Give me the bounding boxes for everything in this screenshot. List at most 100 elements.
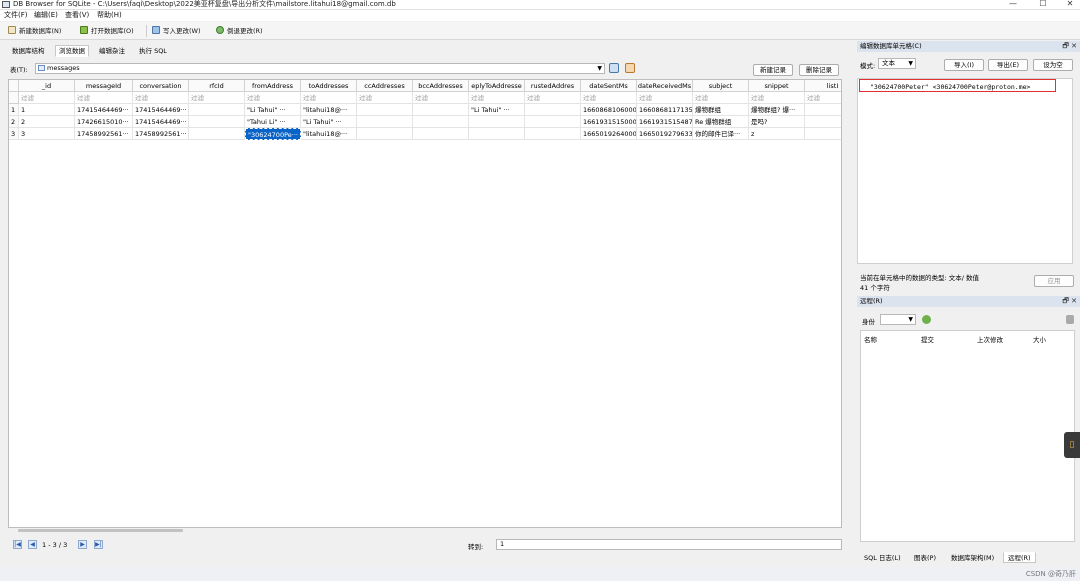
tab-execute-sql[interactable]: 执行 SQL — [135, 45, 171, 57]
clear-filters-icon[interactable] — [625, 63, 635, 73]
table-cell[interactable]: 2 — [19, 116, 75, 128]
table-cell[interactable]: "Tahui Li" ··· — [245, 116, 301, 128]
new-record-button[interactable]: 新建记录 — [753, 64, 793, 76]
menu-view[interactable]: 查看(V) — [65, 11, 89, 20]
column-header-conversation[interactable]: conversation — [133, 80, 189, 92]
table-cell[interactable]: 17415464469··· — [133, 116, 189, 128]
table-cell[interactable] — [469, 128, 525, 140]
table-cell[interactable]: 17415464469··· — [133, 104, 189, 116]
tab-plot[interactable]: 图表(P) — [909, 552, 941, 563]
minimize-button[interactable]: — — [1004, 0, 1022, 9]
table-cell[interactable]: 17415464469··· — [75, 104, 133, 116]
table-cell[interactable]: 17458992561··· — [75, 128, 133, 140]
table-cell[interactable] — [805, 128, 841, 140]
table-cell[interactable]: 1660868117135 — [637, 104, 693, 116]
remote-col-name[interactable]: 名称 — [864, 334, 877, 344]
first-record-button[interactable]: |◀ — [13, 540, 22, 549]
filter-input[interactable]: 过滤 — [525, 92, 581, 104]
column-header-ccAddresses[interactable]: ccAddresses — [357, 80, 413, 92]
table-cell[interactable]: 1665019264000 — [581, 128, 637, 140]
filter-input[interactable]: 过滤 — [133, 92, 189, 104]
column-header-messageId[interactable]: messageId — [75, 80, 133, 92]
filter-input[interactable]: 过滤 — [469, 92, 525, 104]
column-header-rfcId[interactable]: rfcId — [189, 80, 245, 92]
table-cell[interactable]: "Li Tahui" ··· — [469, 104, 525, 116]
scrollbar-thumb[interactable] — [18, 529, 183, 532]
column-header-_id[interactable]: _id — [19, 80, 75, 92]
table-cell[interactable]: 1661931515000 — [581, 116, 637, 128]
column-header-eplyToAddresse[interactable]: eplyToAddresse — [469, 80, 525, 92]
table-cell[interactable]: Re 爆物群组 — [693, 116, 749, 128]
table-cell[interactable]: 你的邮件已译··· — [693, 128, 749, 140]
row-number[interactable]: 2 — [9, 116, 19, 128]
identity-select[interactable]: ▼ — [880, 314, 916, 325]
delete-record-button[interactable]: 删除记录 — [799, 64, 839, 76]
horizontal-scrollbar[interactable] — [18, 528, 843, 533]
column-header-rustedAddres[interactable]: rustedAddres — [525, 80, 581, 92]
maximize-button[interactable]: ☐ — [1034, 0, 1052, 9]
filter-input[interactable]: 过滤 — [581, 92, 637, 104]
table-cell[interactable]: 爆物群组 — [693, 104, 749, 116]
table-cell[interactable]: 1661931515487 — [637, 116, 693, 128]
table-cell[interactable] — [189, 128, 245, 140]
filter-input[interactable]: 过滤 — [357, 92, 413, 104]
table-select[interactable]: messages ▼ — [35, 63, 605, 74]
filter-input[interactable]: 过滤 — [413, 92, 469, 104]
table-cell[interactable] — [525, 116, 581, 128]
mode-select[interactable]: 文本 ▼ — [878, 58, 916, 69]
tab-remote[interactable]: 远程(R) — [1003, 552, 1036, 563]
push-icon[interactable] — [1066, 315, 1074, 324]
set-null-button[interactable]: 设为空 — [1033, 59, 1073, 71]
tab-browse-data[interactable]: 浏览数据 — [55, 45, 89, 57]
refresh-icon[interactable] — [609, 63, 619, 73]
float-close-icons[interactable]: 🗗 ✕ — [1062, 41, 1077, 52]
filter-input[interactable]: 过滤 — [245, 92, 301, 104]
row-number[interactable]: 3 — [9, 128, 19, 140]
new-database-button[interactable]: 新建数据库(N) — [8, 25, 61, 37]
tab-edit-pragmas[interactable]: 编辑杂注 — [95, 45, 129, 57]
filter-input[interactable]: 过滤 — [301, 92, 357, 104]
filter-input[interactable]: 过滤 — [693, 92, 749, 104]
table-cell[interactable] — [413, 128, 469, 140]
last-record-button[interactable]: ▶| — [94, 540, 103, 549]
row-number[interactable]: 1 — [9, 104, 19, 116]
filter-input[interactable]: 过滤 — [19, 92, 75, 104]
table-cell[interactable]: "Li Tahui" ··· — [245, 104, 301, 116]
close-button[interactable]: ✕ — [1061, 0, 1079, 9]
table-cell[interactable] — [413, 104, 469, 116]
table-cell[interactable] — [525, 128, 581, 140]
table-cell[interactable] — [357, 128, 413, 140]
table-cell[interactable] — [469, 116, 525, 128]
remote-col-commit[interactable]: 提交 — [921, 334, 934, 344]
table-cell[interactable]: 17426615010··· — [75, 116, 133, 128]
tab-sql-log[interactable]: SQL 日志(L) — [859, 552, 906, 563]
previous-record-button[interactable]: ◀ — [28, 540, 37, 549]
grid-corner[interactable] — [9, 80, 19, 92]
table-cell[interactable]: "litahui18@··· — [301, 128, 357, 140]
column-header-bccAddresses[interactable]: bccAddresses — [413, 80, 469, 92]
revert-changes-button[interactable]: 倒退更改(R) — [216, 25, 263, 37]
menu-edit[interactable]: 编辑(E) — [34, 11, 58, 20]
table-cell[interactable] — [413, 116, 469, 128]
column-header-subject[interactable]: subject — [693, 80, 749, 92]
apply-button[interactable]: 应用 — [1034, 275, 1074, 287]
column-header-snippet[interactable]: snippet — [749, 80, 805, 92]
float-close-icons[interactable]: 🗗 ✕ — [1062, 296, 1077, 307]
filter-input[interactable]: 过滤 — [637, 92, 693, 104]
remote-col-size[interactable]: 大小 — [1033, 334, 1046, 344]
export-button[interactable]: 导出(E) — [988, 59, 1028, 71]
table-cell[interactable] — [189, 116, 245, 128]
column-header-dateReceivedMs[interactable]: dateReceivedMs — [637, 80, 693, 92]
table-cell[interactable]: 1665019279633 — [637, 128, 693, 140]
column-header-listI[interactable]: listI — [805, 80, 841, 92]
open-database-button[interactable]: 打开数据库(O) — [80, 25, 134, 37]
cell-editor[interactable]: "30624700Peter" <30624700Peter@proton.me… — [857, 78, 1073, 264]
table-cell[interactable]: 是吗? — [749, 116, 805, 128]
tab-db-schema[interactable]: 数据库架构(M) — [946, 552, 999, 563]
filter-input[interactable]: 过滤 — [189, 92, 245, 104]
filter-input[interactable]: 过滤 — [805, 92, 841, 104]
column-header-fromAddress[interactable]: fromAddress — [245, 80, 301, 92]
write-changes-button[interactable]: 写入更改(W) — [152, 25, 201, 37]
column-header-toAddresses[interactable]: toAddresses — [301, 80, 357, 92]
filter-input[interactable]: 过滤 — [75, 92, 133, 104]
